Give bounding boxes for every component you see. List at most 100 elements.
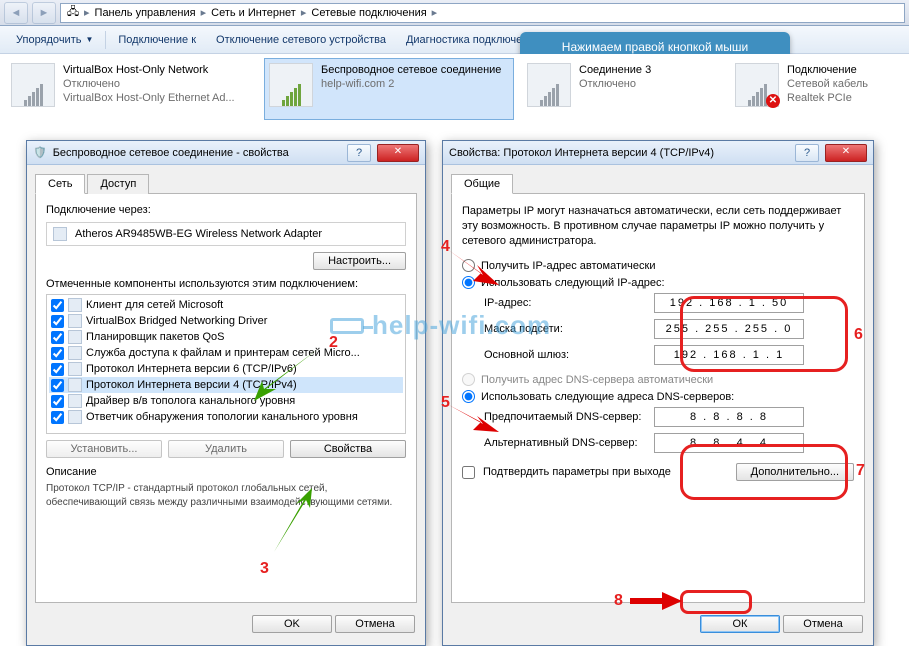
configure-button[interactable]: Настроить... xyxy=(313,252,406,270)
conn-device: Realtek PCIe xyxy=(787,91,868,105)
ipv4-properties-dialog: Свойства: Протокол Интернета версии 4 (T… xyxy=(442,140,874,646)
nav-fwd-button[interactable]: ► xyxy=(32,2,56,24)
adapter-icon xyxy=(11,63,55,107)
ok-button[interactable]: OK xyxy=(252,615,332,633)
conn-status: Сетевой кабель xyxy=(787,77,868,91)
adapter-icon xyxy=(527,63,571,107)
confirm-on-exit[interactable]: Подтвердить параметры при выходе xyxy=(462,466,671,479)
component-icon xyxy=(68,298,82,312)
close-button[interactable]: ✕ xyxy=(377,144,419,162)
annotation-8: 8 xyxy=(614,592,623,610)
dns1-input[interactable]: 8 . 8 . 8 . 8 xyxy=(654,407,804,427)
help-button[interactable]: ? xyxy=(347,144,371,162)
list-item: VirtualBox Bridged Networking Driver xyxy=(49,313,403,329)
arrow-5 xyxy=(443,400,503,440)
arrow-3 xyxy=(264,486,320,556)
component-icon xyxy=(68,362,82,376)
list-item: Планировщик пакетов QoS xyxy=(49,329,403,345)
connection-wifi[interactable]: Беспроводное сетевое соединение help-wif… xyxy=(264,58,514,120)
component-icon xyxy=(68,314,82,328)
dialog-title: Беспроводное сетевое соединение - свойст… xyxy=(53,147,341,159)
cancel-button[interactable]: Отмена xyxy=(783,615,863,633)
close-button[interactable]: ✕ xyxy=(825,144,867,162)
annotation-7: 7 xyxy=(856,462,865,480)
description-heading: Описание xyxy=(46,466,406,478)
conn-title: VirtualBox Host-Only Network xyxy=(63,63,235,77)
connections-list: VirtualBox Host-Only Network Отключено V… xyxy=(0,54,909,120)
ip-label: IP-адрес: xyxy=(484,297,654,309)
gateway-label: Основной шлюз: xyxy=(484,349,654,361)
adapter-icon: ✕ xyxy=(735,63,779,107)
list-item: Ответчик обнаружения топологии канальног… xyxy=(49,409,403,425)
annotation-circle-8 xyxy=(680,590,752,614)
radio-ip-auto-label: Получить IP-адрес автоматически xyxy=(481,260,655,272)
conn-device: VirtualBox Host-Only Ethernet Ad... xyxy=(63,91,235,105)
conn-status: Отключено xyxy=(579,77,651,91)
component-icon xyxy=(68,394,82,408)
connect-via-label: Подключение через: xyxy=(46,204,406,216)
annotation-6: 6 xyxy=(854,326,863,344)
nav-back-button[interactable]: ◄ xyxy=(4,2,28,24)
component-icon xyxy=(68,410,82,424)
annotation-circle-7 xyxy=(680,444,848,500)
annotation-3: 3 xyxy=(260,560,269,578)
conn-status: Отключено xyxy=(63,77,235,91)
crumb-root[interactable]: Панель управления xyxy=(93,7,198,19)
network-icon: 🖧 xyxy=(65,5,81,21)
components-label: Отмеченные компоненты используются этим … xyxy=(46,278,406,290)
breadcrumb[interactable]: 🖧 ▸ Панель управления ▸ Сеть и Интернет … xyxy=(60,3,905,23)
adapter-icon xyxy=(269,63,313,107)
properties-button[interactable]: Свойства xyxy=(290,440,406,458)
arrow-8 xyxy=(628,590,684,612)
dns2-label: Альтернативный DNS-сервер: xyxy=(484,437,654,449)
component-icon xyxy=(68,346,82,360)
menu-disable[interactable]: Отключение сетевого устройства xyxy=(206,31,396,49)
component-icon xyxy=(68,330,82,344)
list-item: Протокол Интернета версии 6 (TCP/IPv6) xyxy=(49,361,403,377)
shield-icon: 🛡️ xyxy=(33,146,47,159)
dns1-label: Предпочитаемый DNS-сервер: xyxy=(484,411,654,423)
remove-button[interactable]: Удалить xyxy=(168,440,284,458)
help-button[interactable]: ? xyxy=(795,144,819,162)
tab-general[interactable]: Общие xyxy=(451,174,513,194)
list-item: Служба доступа к файлам и принтерам сете… xyxy=(49,345,403,361)
list-item: Клиент для сетей Microsoft xyxy=(49,297,403,313)
radio-dns-auto-label: Получить адрес DNS-сервера автоматически xyxy=(481,374,713,386)
adapter-name: Atheros AR9485WB-EG Wireless Network Ada… xyxy=(75,228,322,240)
annotation-5: 5 xyxy=(441,394,450,412)
radio-ip-manual-label: Использовать следующий IP-адрес: xyxy=(481,277,665,289)
cancel-button[interactable]: Отмена xyxy=(335,615,415,633)
arrow-4 xyxy=(443,245,503,293)
connection-lan[interactable]: ✕ Подключение Сетевой кабель Realtek PCI… xyxy=(730,58,890,120)
connection-properties-dialog: 🛡️ Беспроводное сетевое соединение - сво… xyxy=(26,140,426,646)
disconnected-icon: ✕ xyxy=(766,94,780,108)
tab-network[interactable]: Сеть xyxy=(35,174,85,194)
crumb-l3[interactable]: Сетевые подключения xyxy=(309,7,428,19)
dialog-title: Свойства: Протокол Интернета версии 4 (T… xyxy=(449,147,789,159)
callout-line1: Нажимаем правой кнопкой мыши xyxy=(532,40,778,54)
adapter-icon xyxy=(53,227,67,241)
conn-title: Соединение 3 xyxy=(579,63,651,77)
install-button[interactable]: Установить... xyxy=(46,440,162,458)
list-item-ipv4: Протокол Интернета версии 4 (TCP/IPv4) xyxy=(49,377,403,393)
ok-button[interactable]: ОК xyxy=(700,615,780,633)
menu-organize[interactable]: Упорядочить▼ xyxy=(6,31,103,49)
crumb-l2[interactable]: Сеть и Интернет xyxy=(209,7,298,19)
connection-3[interactable]: Соединение 3 Отключено xyxy=(522,58,722,120)
conn-title: Беспроводное сетевое соединение xyxy=(321,63,501,77)
annotation-4: 4 xyxy=(441,238,450,256)
description-text: Протокол TCP/IP - стандартный протокол г… xyxy=(46,482,406,510)
arrow-2 xyxy=(248,345,328,405)
mask-label: Маска подсети: xyxy=(484,323,654,335)
tab-access[interactable]: Доступ xyxy=(87,174,149,194)
annotation-circle-6 xyxy=(680,296,848,372)
address-bar: ◄ ► 🖧 ▸ Панель управления ▸ Сеть и Интер… xyxy=(0,0,909,26)
list-item: Драйвер в/в тополога канального уровня xyxy=(49,393,403,409)
connection-vbox[interactable]: VirtualBox Host-Only Network Отключено V… xyxy=(6,58,256,120)
annotation-2: 2 xyxy=(329,334,338,352)
components-list[interactable]: Клиент для сетей Microsoft VirtualBox Br… xyxy=(46,294,406,434)
component-icon xyxy=(68,378,82,392)
ipv4-intro: Параметры IP могут назначаться автоматич… xyxy=(462,204,854,249)
conn-device: help-wifi.com 2 xyxy=(321,77,501,91)
menu-connect[interactable]: Подключение к xyxy=(108,31,206,49)
